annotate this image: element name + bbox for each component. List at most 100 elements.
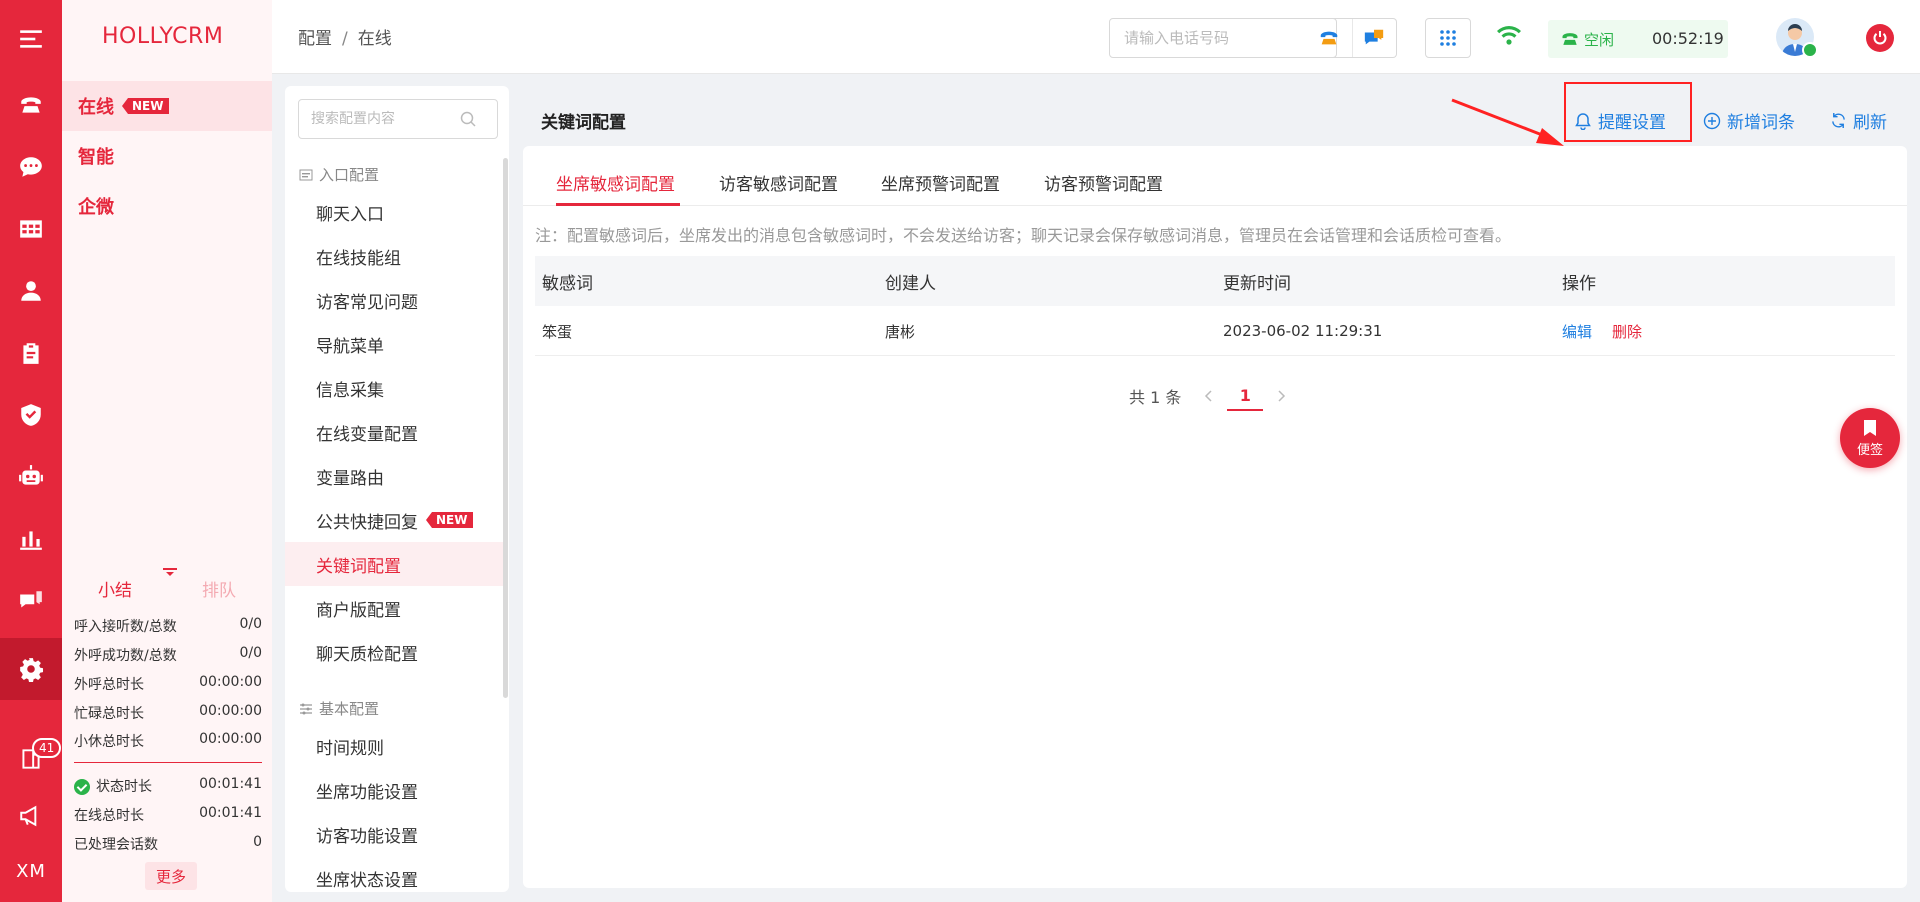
- config-item-chat-entry[interactable]: 聊天入口: [285, 190, 503, 234]
- breadcrumb-item[interactable]: 配置: [298, 29, 332, 49]
- breadcrumb-item: 在线: [357, 29, 392, 49]
- config-group-basic: 基本配置: [299, 698, 379, 719]
- plus-circle-icon: [1703, 112, 1721, 129]
- cell-actions: 编辑 删除: [1562, 306, 1662, 356]
- agent-status[interactable]: 空闲 00:52:19: [1548, 20, 1728, 58]
- announcement-icon[interactable]: [0, 785, 62, 847]
- tab-queue[interactable]: 排队: [202, 576, 236, 601]
- shield-icon[interactable]: [0, 384, 62, 446]
- module-column: HOLLYCRM 在线 NEW 智能 企微 小结 排队 呼入接听数/总数 0/0 …: [62, 0, 272, 902]
- bar-chart-icon[interactable]: [0, 508, 62, 570]
- keyword-config-card: 坐席敏感词配置 访客敏感词配置 坐席预警词配置 访客预警词配置 注：配置敏感词后…: [523, 146, 1907, 888]
- summary-row: 呼入接听数/总数 0/0: [74, 616, 262, 635]
- active-tab-indicator: [556, 203, 680, 206]
- app-grid-button[interactable]: [1425, 18, 1471, 58]
- breadcrumb: 配置 / 在线: [298, 29, 392, 49]
- online-status-dot: [1802, 42, 1818, 58]
- module-wecom[interactable]: 企微: [62, 181, 272, 231]
- config-item-agent-status[interactable]: 坐席状态设置: [285, 856, 503, 892]
- config-item-quick-reply[interactable]: 公共快捷回复 NEW: [285, 498, 503, 542]
- sticky-note-button[interactable]: 便签: [1840, 408, 1900, 468]
- config-item-chat-qa[interactable]: 聊天质检配置: [285, 630, 503, 674]
- add-entry-button[interactable]: 新增词条: [1703, 108, 1795, 133]
- config-menu: 入口配置 聊天入口 在线技能组 访客常见问题 导航菜单 信息采集 在线变量配置 …: [285, 86, 509, 892]
- prev-page-button[interactable]: [1191, 389, 1227, 403]
- phone-status-icon: [1562, 33, 1578, 45]
- clipboard-icon[interactable]: [0, 322, 62, 384]
- module-online[interactable]: 在线 NEW: [62, 81, 272, 131]
- table-icon[interactable]: [0, 198, 62, 260]
- config-item-keyword[interactable]: 关键词配置: [285, 542, 503, 586]
- chevron-right-icon: [1278, 390, 1286, 402]
- column-header: 操作: [1562, 273, 1596, 294]
- new-badge: NEW: [122, 98, 170, 114]
- tab-agent-sensitive[interactable]: 坐席敏感词配置: [556, 170, 675, 195]
- user-icon[interactable]: [0, 260, 62, 322]
- delete-link[interactable]: 删除: [1612, 321, 1642, 342]
- config-item-online-variables[interactable]: 在线变量配置: [285, 410, 503, 454]
- refresh-icon: [1832, 112, 1845, 129]
- config-item-merchant[interactable]: 商户版配置: [285, 586, 503, 630]
- more-button[interactable]: 更多: [145, 862, 197, 890]
- phone-number-input[interactable]: [1110, 19, 1308, 57]
- summary-row: 状态时长 00:01:41: [74, 776, 262, 796]
- sms-button[interactable]: [1351, 19, 1397, 57]
- config-item-time-rules[interactable]: 时间规则: [285, 724, 503, 768]
- config-item-visitor-functions[interactable]: 访客功能设置: [285, 812, 503, 856]
- group-list-icon: [299, 169, 313, 180]
- tab-visitor-sensitive[interactable]: 访客敏感词配置: [719, 170, 838, 195]
- dial-button[interactable]: [1307, 19, 1352, 57]
- module-ai[interactable]: 智能: [62, 131, 272, 181]
- page-title: 关键词配置: [541, 113, 626, 133]
- config-item-variable-routing[interactable]: 变量路由: [285, 454, 503, 498]
- tab-summary[interactable]: 小结: [98, 576, 132, 601]
- keyword-tabs: 坐席敏感词配置 访客敏感词配置 坐席预警词配置 访客预警词配置: [523, 146, 1907, 206]
- summary-divider: [74, 762, 262, 763]
- top-header: 配置/在线 空闲 00:52:19: [272, 0, 1920, 74]
- summary-row: 已处理会话数 0: [74, 834, 262, 853]
- chat-icon[interactable]: [0, 136, 62, 198]
- tab-agent-warning[interactable]: 坐席预警词配置: [881, 170, 1000, 195]
- summary-row: 外呼成功数/总数 0/0: [74, 645, 262, 664]
- logout-button[interactable]: [1866, 24, 1894, 52]
- message-board-icon[interactable]: [0, 570, 62, 632]
- config-item-nav-menu[interactable]: 导航菜单: [285, 322, 503, 366]
- next-page-button[interactable]: [1263, 389, 1299, 403]
- cell-creator: 唐彬: [885, 322, 916, 341]
- config-item-skill-group[interactable]: 在线技能组: [285, 234, 503, 278]
- grid-dots-icon: [1440, 30, 1456, 46]
- annotation-highlight-box: [1564, 82, 1692, 142]
- group-sliders-icon: [300, 703, 312, 714]
- status-label: 空闲: [1584, 30, 1615, 49]
- config-item-visitor-faq[interactable]: 访客常见问题: [285, 278, 503, 322]
- tab-visitor-warning[interactable]: 访客预警词配置: [1044, 170, 1163, 195]
- config-group-entry: 入口配置: [299, 164, 379, 185]
- config-item-agent-functions[interactable]: 坐席功能设置: [285, 768, 503, 812]
- notification-doc-icon[interactable]: 41: [0, 728, 62, 790]
- robot-icon[interactable]: [0, 446, 62, 508]
- phone-icon[interactable]: [0, 74, 62, 136]
- page-number[interactable]: 1: [1227, 381, 1264, 411]
- phone-dial-icon: [1321, 31, 1338, 45]
- config-item-info-collect[interactable]: 信息采集: [285, 366, 503, 410]
- bookmark-icon: [1864, 419, 1876, 436]
- pagination-total: 共 1 条: [1129, 388, 1182, 407]
- menu-toggle-icon[interactable]: [0, 8, 62, 70]
- config-note: 注：配置敏感词后，坐席发出的消息包含敏感词时，不会发送给访客；聊天记录会保存敏感…: [535, 226, 1512, 245]
- refresh-button[interactable]: 刷新: [1830, 108, 1887, 133]
- summary-row: 小休总时长 00:00:00: [74, 731, 262, 750]
- column-header: 创建人: [885, 273, 936, 294]
- search-icon[interactable]: [459, 110, 477, 128]
- table-row: 笨蛋 唐彬 2023-06-02 11:29:31 编辑 删除: [535, 306, 1895, 356]
- message-icon: [1365, 29, 1384, 45]
- edit-link[interactable]: 编辑: [1562, 321, 1592, 342]
- config-search-input[interactable]: [299, 101, 459, 137]
- power-icon: [1873, 31, 1887, 45]
- column-header: 更新时间: [1223, 273, 1291, 294]
- table-header: 敏感词 创建人 更新时间 操作: [535, 256, 1895, 306]
- config-menu-scrollbar[interactable]: [503, 158, 508, 698]
- column-header: 敏感词: [542, 273, 593, 294]
- caret-down-icon[interactable]: [163, 568, 177, 576]
- settings-gear-icon[interactable]: [0, 638, 62, 700]
- wifi-signal-icon: [1497, 26, 1521, 45]
